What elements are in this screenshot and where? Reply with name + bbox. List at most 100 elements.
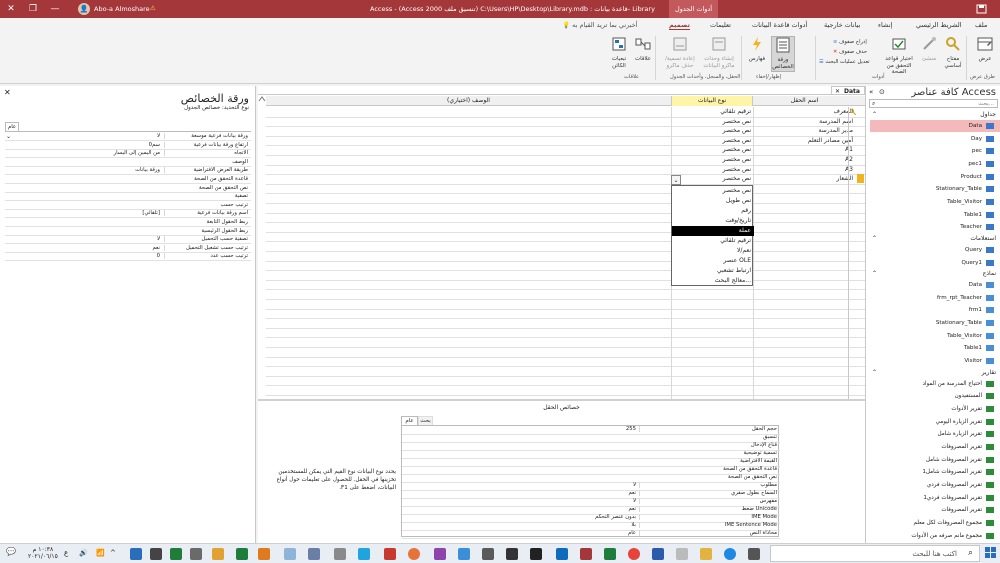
nav-item[interactable]: المستفيدون (870, 390, 1000, 402)
field-property-value[interactable]: بلا (402, 522, 640, 528)
pane-splitter[interactable] (258, 399, 865, 401)
app-icon[interactable] (130, 548, 142, 560)
word-icon[interactable] (652, 548, 664, 560)
collapse-chevron-icon[interactable]: ⌃ (872, 110, 877, 120)
mail-icon[interactable] (506, 548, 518, 560)
nav-item[interactable]: Day (870, 133, 1000, 145)
tab-help[interactable]: تعليمات (710, 21, 731, 29)
close-window-button[interactable]: ✕ (0, 0, 22, 18)
access-icon[interactable] (580, 548, 592, 560)
data-type-dropdown[interactable]: نص مختصر نص طويل رقم تاريخ/وقت عملة ترقيم تلق… (671, 185, 754, 286)
nav-item[interactable]: frm1 (870, 304, 1000, 316)
nav-item[interactable]: pec (870, 145, 1000, 157)
field-name-cell[interactable]: A3 (753, 166, 853, 173)
relationships-button[interactable]: علاقات (632, 36, 654, 63)
nav-item[interactable]: تقرير المصروفات (870, 504, 1000, 516)
app-icon[interactable] (334, 548, 346, 560)
nav-group-header[interactable]: نماذج ⌃ (870, 269, 996, 279)
nav-item[interactable]: تقرير المصروفات فردي1 (870, 492, 1000, 504)
scroll-up-icon[interactable] (258, 96, 266, 102)
data-type-cell[interactable]: ترقيم تلقائي (671, 108, 751, 115)
nav-item[interactable]: Query1 (870, 257, 1000, 269)
app-icon[interactable] (358, 548, 370, 560)
task-view-icon[interactable] (748, 548, 760, 560)
property-value[interactable]: 0سم (5, 141, 165, 148)
edge-icon[interactable] (724, 548, 736, 560)
avatar[interactable]: 👤 (78, 3, 90, 15)
nav-item[interactable]: Table1 (870, 342, 1000, 354)
primary-key-button[interactable]: مفتاح أساسي (941, 36, 965, 69)
tab-lookup-field[interactable]: بحث (418, 416, 433, 425)
data-type-option[interactable]: عملة (672, 226, 754, 236)
nav-item[interactable]: تقرير الأدوات (870, 403, 1000, 415)
data-type-option[interactable]: معالج البحث... (672, 276, 754, 286)
tab-create[interactable]: إنشاء (878, 21, 892, 29)
nav-item[interactable]: frm_rpt_Teacher (870, 292, 1000, 304)
data-type-option[interactable]: رقم (672, 206, 754, 216)
property-row[interactable]: ربط الحقول الرئيسية (5, 228, 251, 236)
app-icon[interactable] (308, 548, 320, 560)
property-row[interactable]: طريقة العرض الافتراضية ورقة بيانات (5, 167, 251, 176)
close-pane-icon[interactable]: ✕ (4, 88, 11, 97)
view-button[interactable]: عرض (972, 36, 998, 63)
field-property-value[interactable]: نعم (402, 506, 640, 512)
data-type-cell[interactable]: نص مختصر (671, 175, 751, 182)
data-type-cell[interactable]: نص مختصر (671, 146, 751, 153)
data-type-cell[interactable]: نص مختصر (671, 166, 751, 173)
field-property-row[interactable]: محاذاة النص عام (402, 530, 780, 539)
nav-item[interactable]: مجموع المصروفات لكل معلم (870, 517, 1000, 529)
create-data-macros-button[interactable]: إنشاء وحدات ماكرو البيانات (700, 36, 738, 69)
nav-item[interactable]: تقرير المصروفات شامل1 (870, 466, 1000, 478)
field-property-value[interactable]: لا (402, 482, 640, 488)
save-icon[interactable] (975, 4, 989, 14)
collapse-chevron-icon[interactable]: ⌃ (872, 269, 877, 279)
rename-delete-macro-button[interactable]: إعادة تسمية/ حذف ماكرو (660, 36, 700, 69)
nav-item[interactable]: Query (870, 244, 1000, 256)
delete-rows-button[interactable]: ✕ حذف صفوف (833, 49, 867, 55)
tab-database-tools[interactable]: أدوات قاعدة البيانات (752, 21, 807, 29)
property-row[interactable]: ترتيب حسب (5, 202, 251, 210)
collapse-chevron-icon[interactable]: ⌃ (872, 368, 877, 378)
tab-general-field[interactable]: عام (401, 416, 418, 425)
nav-title[interactable]: كافة عناصر Access (911, 87, 996, 98)
test-validation-button[interactable]: اختبار قواعد التحقق من الصحة (880, 36, 918, 75)
app-icon[interactable] (434, 548, 446, 560)
nav-item[interactable]: Table_Visitor (870, 330, 1000, 342)
nav-scrollbar[interactable] (866, 516, 870, 543)
nav-search-box[interactable]: بحث... ⌕ (869, 99, 998, 108)
tab-external-data[interactable]: بيانات خارجية (824, 21, 860, 29)
property-value[interactable]: لا (5, 133, 165, 139)
property-value[interactable]: نعم (5, 244, 165, 251)
data-type-option[interactable]: ترقيم تلقائي (672, 236, 754, 246)
property-row[interactable]: تصفية (5, 193, 251, 202)
chrome-icon[interactable] (628, 548, 640, 560)
warning-icon[interactable]: ⚠ (150, 4, 156, 12)
app-icon[interactable] (458, 548, 470, 560)
property-row[interactable]: الوصف (5, 159, 251, 167)
app-icon[interactable] (482, 548, 494, 560)
property-value[interactable]: من اليمين إلى اليسار (5, 150, 165, 157)
nav-item[interactable]: تقرير المصروفات (870, 441, 1000, 453)
quick-access-toolbar[interactable] (975, 4, 989, 14)
nav-item[interactable]: Data (870, 120, 1000, 132)
data-type-cell[interactable]: نص مختصر (671, 118, 751, 125)
collapse-chevron-icon[interactable]: ⌃ (872, 234, 877, 244)
nav-item[interactable]: مجموع مانم صرفه من الأدوات (870, 530, 1000, 542)
builder-button[interactable]: منشئ (918, 36, 940, 63)
nav-item[interactable]: Stationary_Table (870, 183, 1000, 195)
data-type-option[interactable]: نص طويل (672, 196, 754, 206)
nav-group-header[interactable]: استعلامات ⌃ (870, 234, 996, 244)
field-name-cell[interactable]: A1 (753, 146, 853, 153)
tab-file[interactable]: ملف (975, 21, 987, 29)
property-value[interactable]: ورقة بيانات (5, 167, 165, 174)
tab-home[interactable]: الشريط الرئيسي (916, 21, 962, 29)
nav-item[interactable]: احتياج المدرسة من المواد (870, 378, 1000, 390)
nav-item[interactable]: Product (870, 171, 1000, 183)
firefox-icon[interactable] (408, 548, 420, 560)
outlook-icon[interactable] (556, 548, 568, 560)
app-icon[interactable] (284, 548, 296, 560)
nav-item[interactable]: تقرير الزيارة اليومي (870, 416, 1000, 428)
field-property-value[interactable]: نعم (402, 490, 640, 496)
chevron-down-icon[interactable]: ⌄ (6, 133, 11, 140)
field-name-cell[interactable]: الشعار (753, 175, 853, 182)
